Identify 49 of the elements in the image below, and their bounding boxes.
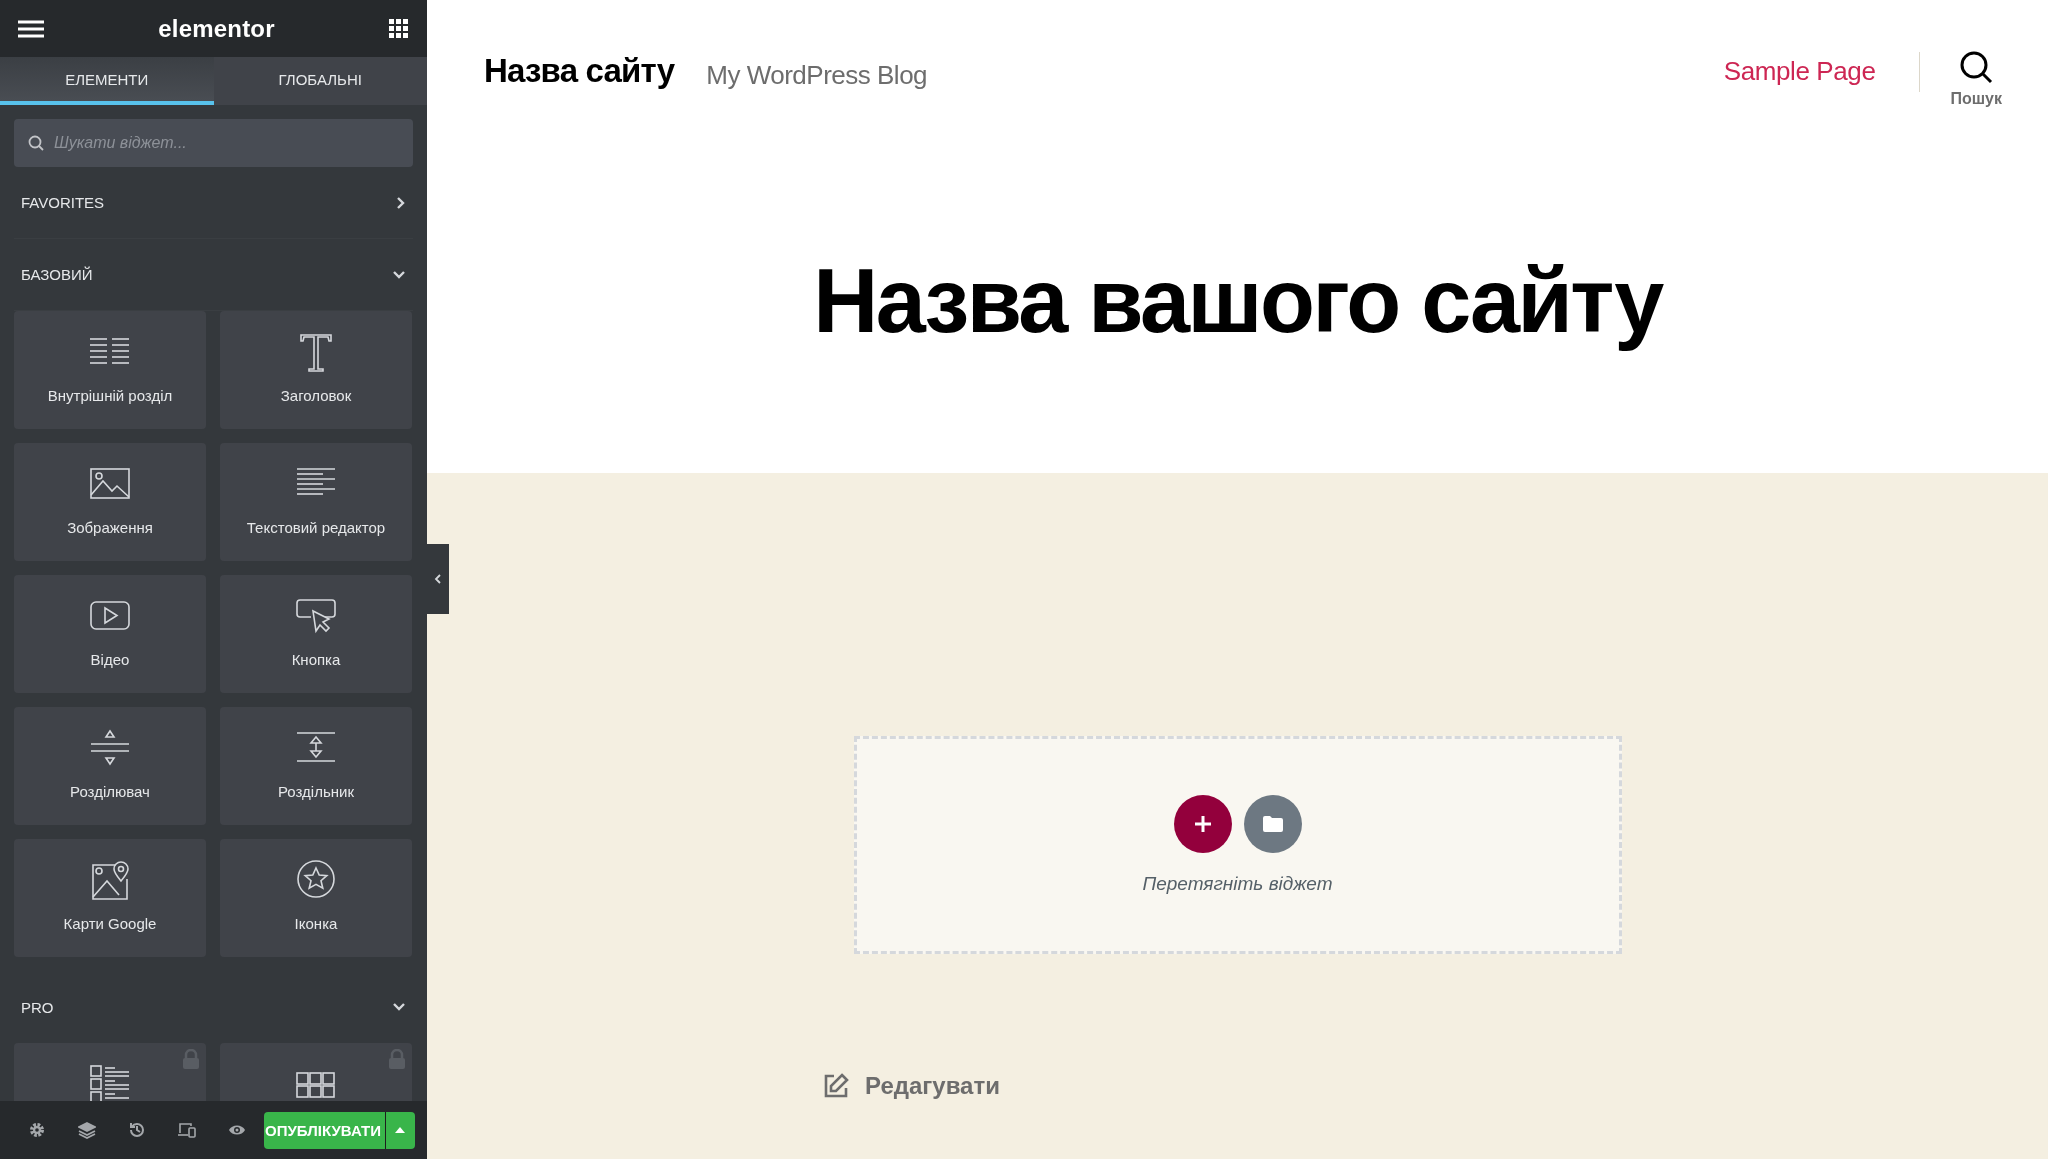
plus-icon — [1192, 814, 1213, 834]
category-title: БАЗОВИЙ — [21, 266, 93, 283]
site-tagline: My WordPress Blog — [706, 60, 928, 91]
widget-label: Розділювач — [70, 783, 150, 800]
widget-label: Кнопка — [291, 651, 341, 668]
widget-tile[interactable]: Карти Google — [14, 839, 206, 957]
widget-label: Роздільник — [278, 783, 354, 800]
widget-tile[interactable]: Заголовок — [220, 311, 412, 429]
widget-label: Відео — [90, 651, 130, 668]
widget-label: Зображення — [67, 519, 153, 536]
chevron-left-icon — [434, 573, 442, 585]
search-icon — [1959, 50, 1994, 84]
chevron-down-icon — [392, 1002, 406, 1012]
widget-label: Заголовок — [280, 387, 352, 404]
widget-tile[interactable]: Внутрішній розділ — [14, 311, 206, 429]
folder-icon — [1261, 815, 1284, 833]
widget-tile[interactable]: Текстовий редактор — [220, 443, 412, 561]
logo: elementor — [158, 14, 275, 43]
add-section-button[interactable] — [1173, 795, 1232, 853]
caret-up-icon — [395, 1127, 406, 1133]
page-heading: Назва вашого сайту — [812, 250, 1664, 353]
widget-label: Текстовий редактор — [246, 519, 386, 536]
widget-label: Іконка — [294, 915, 338, 932]
widget-tile[interactable]: Роздільник — [220, 707, 412, 825]
search-toggle[interactable]: Пошук — [1950, 50, 2002, 108]
widget-tile[interactable]: Зображення — [14, 443, 206, 561]
add-template-button[interactable] — [1243, 795, 1302, 853]
category-header[interactable]: PRO — [14, 971, 413, 1043]
site-title[interactable]: Назва сайту — [484, 52, 675, 90]
widget-label: Карти Google — [63, 915, 157, 932]
widget-label: Внутрішній розділ — [47, 387, 173, 404]
search-icon — [28, 135, 44, 151]
nav-link[interactable]: Sample Page — [1723, 56, 1876, 87]
drop-hint: Перетягніть віджет — [1142, 873, 1333, 895]
publish-options-button[interactable] — [384, 1111, 415, 1149]
search-field[interactable]: Шукати віджет... — [14, 119, 413, 167]
panel-tab[interactable]: ГЛОБАЛЬНІ — [213, 57, 427, 105]
widget-tile[interactable]: Розділювач — [14, 707, 206, 825]
widget-tile[interactable]: Кнопка — [220, 575, 412, 693]
edit-link[interactable]: Редагувати — [823, 1072, 1000, 1100]
widget-tile[interactable]: Відео — [14, 575, 206, 693]
category-header[interactable]: FAVORITES — [14, 167, 413, 239]
category-title: FAVORITES — [21, 194, 105, 211]
chevron-down-icon — [392, 269, 406, 280]
category-title: PRO — [21, 998, 54, 1016]
edit-pencil-icon — [823, 1073, 849, 1099]
widget-tile[interactable]: Іконка — [220, 839, 412, 957]
chevron-right-icon — [396, 195, 406, 210]
panel-tab[interactable]: ЕЛЕМЕНТИ — [0, 57, 214, 105]
